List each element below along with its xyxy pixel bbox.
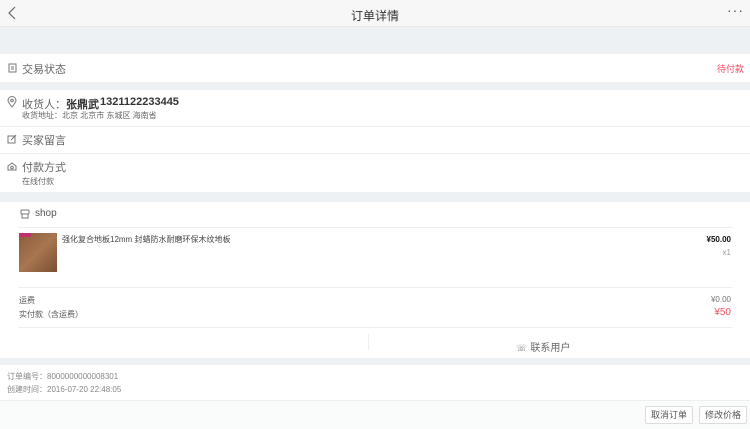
footer-bar: 取消订单 修改价格 bbox=[0, 400, 750, 429]
shipping-fee-label: 运费 bbox=[19, 296, 35, 305]
product-price: ¥50.00 bbox=[706, 235, 731, 244]
location-icon bbox=[7, 96, 17, 108]
more-icon[interactable]: ··· bbox=[727, 2, 744, 18]
page-title: 订单详情 bbox=[350, 9, 399, 23]
shop-card: shop 强化复合地板12mm 封蜡防水耐磨环保木纹地板 ¥50.00 x1 运… bbox=[0, 202, 750, 358]
shop-icon bbox=[20, 209, 30, 219]
payment-method-label: 付款方式 bbox=[22, 162, 66, 174]
total-paid-label: 实付款（含运费） bbox=[19, 310, 83, 319]
clipboard-icon bbox=[8, 63, 17, 73]
nav-bar: 订单详情 ··· bbox=[0, 0, 750, 27]
shipping-address: 收货地址：北京 北京市 东城区 海南省 bbox=[22, 111, 157, 120]
contact-user-label: 联系用户 bbox=[530, 343, 571, 354]
shop-name[interactable]: shop bbox=[35, 208, 57, 219]
phone-icon: ☏ bbox=[516, 343, 528, 353]
contact-user-button[interactable]: ☏ 联系用户 bbox=[516, 339, 570, 354]
cancel-order-button[interactable]: 取消订单 bbox=[645, 406, 694, 424]
product-image[interactable] bbox=[19, 233, 57, 272]
product-quantity: x1 bbox=[722, 248, 731, 257]
wallet-icon bbox=[7, 162, 17, 171]
shipping-fee-value: ¥0.00 bbox=[710, 295, 731, 304]
product-title[interactable]: 强化复合地板12mm 封蜡防水耐磨环保木纹地板 bbox=[62, 234, 230, 245]
order-number: 订单编号：8000000000008301 bbox=[7, 372, 119, 381]
order-info-card: 收货人： 张鼎武 1321122233445 收货地址：北京 北京市 东城区 海… bbox=[0, 90, 750, 192]
edit-icon bbox=[7, 134, 17, 144]
consignee-phone: 1321122233445 bbox=[100, 96, 179, 108]
order-created-time: 创建时间：2016-07-20 22:48:05 bbox=[7, 385, 122, 394]
total-paid-value: ¥50 bbox=[714, 307, 731, 318]
buyer-message-label[interactable]: 买家留言 bbox=[22, 132, 66, 148]
status-label: 交易状态 bbox=[22, 64, 66, 76]
payment-method-value: 在线付款 bbox=[22, 177, 54, 186]
trade-status-row: 交易状态 待付款 bbox=[0, 54, 750, 82]
order-meta: 订单编号：8000000000008301 创建时间：2016-07-20 22… bbox=[0, 365, 750, 400]
modify-price-button[interactable]: 修改价格 bbox=[699, 406, 748, 424]
status-badge: 待付款 bbox=[716, 64, 744, 74]
